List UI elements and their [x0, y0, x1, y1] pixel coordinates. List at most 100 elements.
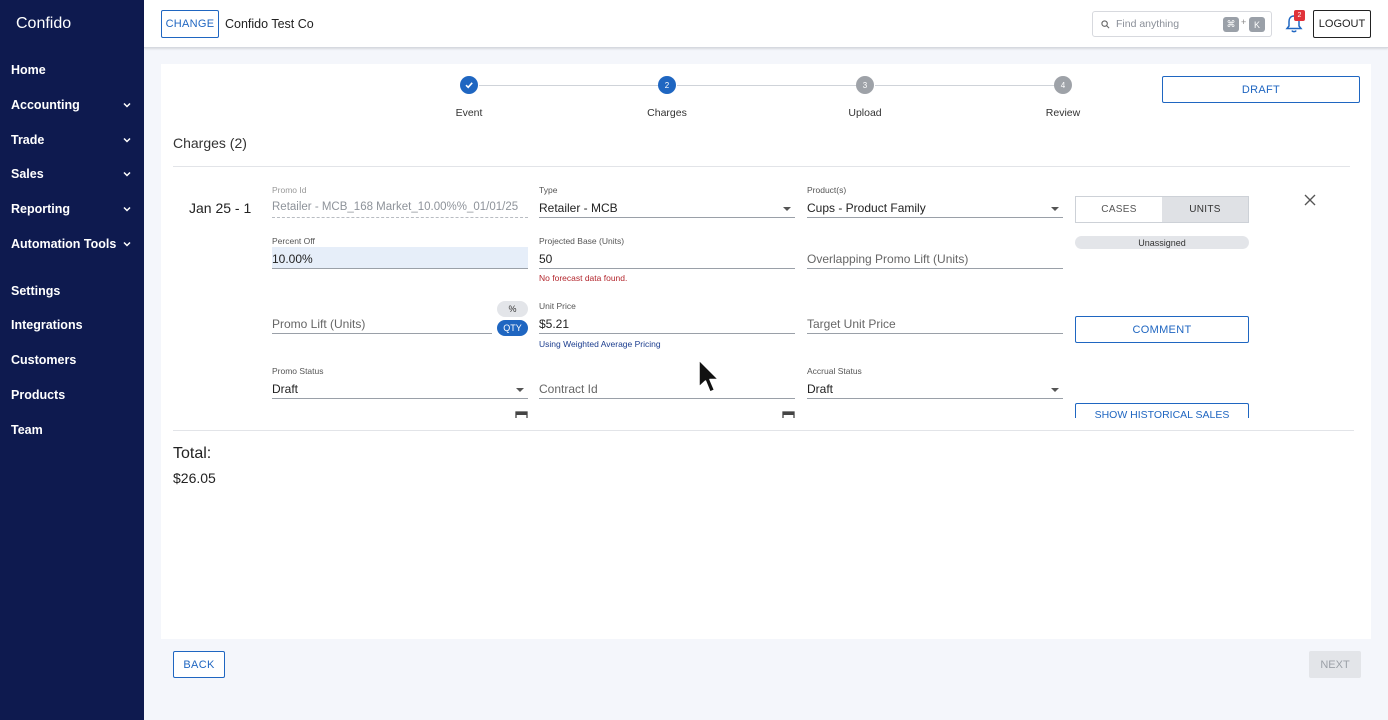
- products-value: Cups - Product Family: [807, 196, 1063, 218]
- projected-base-error: No forecast data found.: [539, 273, 628, 283]
- sidebar-item-label: Team: [11, 423, 43, 437]
- chevron-down-icon: [783, 207, 791, 211]
- type-select[interactable]: Type Retailer - MCB: [539, 185, 795, 218]
- total-value: $26.05: [173, 470, 216, 486]
- charge-date-label: Jan 25 - 1: [189, 200, 252, 216]
- notification-badge: 2: [1294, 10, 1305, 21]
- promo-id-label: Promo Id: [272, 185, 307, 195]
- sidebar-item-label: Customers: [11, 353, 77, 367]
- shortcut-key-k: K: [1249, 17, 1265, 32]
- promo-status-label: Promo Status: [272, 366, 324, 376]
- step-connector: [875, 85, 1055, 86]
- step-review-label: Review: [1045, 107, 1081, 119]
- step-event-circle[interactable]: [460, 76, 478, 94]
- sidebar-item-label: Sales: [11, 167, 44, 181]
- search-icon: [1101, 19, 1110, 28]
- sidebar-item-products[interactable]: Products: [11, 388, 133, 402]
- accrual-status-select[interactable]: Accrual Status Draft: [807, 366, 1063, 399]
- sidebar-item-label: Automation Tools: [11, 237, 117, 251]
- check-icon: [465, 82, 473, 89]
- step-event-label: Event: [455, 107, 483, 119]
- contract-id-field[interactable]: Contract Id: [539, 366, 795, 399]
- projected-base-label: Projected Base (Units): [539, 236, 625, 246]
- target-unit-price-field[interactable]: Target Unit Price: [807, 301, 1063, 334]
- mouse-cursor-icon: [698, 359, 720, 393]
- unit-price-helper: Using Weighted Average Pricing: [539, 339, 661, 349]
- calendar-icon[interactable]: [782, 410, 795, 418]
- comment-button[interactable]: COMMENT: [1075, 316, 1249, 343]
- step-review-circle[interactable]: 4: [1054, 76, 1072, 94]
- unit-price-label: Unit Price: [539, 301, 576, 311]
- sidebar-item-sales[interactable]: Sales: [11, 167, 133, 181]
- target-unit-price-placeholder: Target Unit Price: [807, 312, 1063, 334]
- divider: [173, 430, 1354, 431]
- step-upload-label: Upload: [848, 107, 882, 119]
- sidebar-item-label: Trade: [11, 133, 45, 147]
- promo-status-value: Draft: [272, 377, 528, 399]
- sidebar-item-label: Integrations: [11, 318, 83, 332]
- calendar-icon[interactable]: [515, 410, 528, 418]
- logout-button[interactable]: LOGOUT: [1313, 10, 1371, 38]
- products-select[interactable]: Product(s) Cups - Product Family: [807, 185, 1063, 218]
- close-icon[interactable]: [1303, 193, 1317, 207]
- next-button[interactable]: NEXT: [1309, 651, 1361, 678]
- charges-title: Charges (2): [173, 135, 247, 151]
- step-charges-label: Charges: [647, 107, 687, 119]
- charges-card: 2 3 4 Event Charges Upload Review DRAFT …: [161, 64, 1371, 639]
- back-button[interactable]: BACK: [173, 651, 225, 678]
- draft-button[interactable]: DRAFT: [1162, 76, 1360, 103]
- assignee-chip[interactable]: Unassigned: [1075, 236, 1249, 249]
- company-name: Confido Test Co: [225, 17, 314, 31]
- chevron-down-icon: [123, 171, 131, 177]
- promo-status-select[interactable]: Promo Status Draft: [272, 366, 528, 399]
- contract-id-placeholder: Contract Id: [539, 377, 795, 399]
- qty-toggle-button[interactable]: QTY: [497, 320, 528, 336]
- chevron-down-icon: [123, 206, 131, 212]
- sidebar-item-label: Products: [11, 388, 66, 402]
- percent-off-field[interactable]: Percent Off 10.00%: [272, 236, 528, 269]
- sidebar-item-reporting[interactable]: Reporting: [11, 202, 133, 216]
- chevron-down-icon: [123, 137, 131, 143]
- sidebar-item-customers[interactable]: Customers: [11, 353, 133, 367]
- search-input[interactable]: Find anything ⌘ + K: [1092, 11, 1272, 37]
- unit-price-field[interactable]: Unit Price $5.21 Using Weighted Average …: [539, 301, 795, 349]
- overlapping-lift-field[interactable]: Overlapping Promo Lift (Units): [807, 236, 1063, 269]
- percent-off-value: 10.00%: [272, 247, 528, 269]
- unit-toggle[interactable]: CASES UNITS: [1075, 196, 1249, 223]
- sidebar-item-label: Home: [11, 63, 46, 77]
- cases-toggle-button[interactable]: CASES: [1076, 197, 1162, 222]
- sidebar-item-integrations[interactable]: Integrations: [11, 318, 133, 332]
- units-toggle-button[interactable]: UNITS: [1162, 197, 1248, 222]
- overlapping-lift-placeholder: Overlapping Promo Lift (Units): [807, 247, 1063, 269]
- percent-toggle-button[interactable]: %: [497, 301, 528, 317]
- sidebar-item-label: Accounting: [11, 98, 80, 112]
- total-label: Total:: [173, 445, 212, 462]
- promo-id-value: Retailer - MCB_168 Market_10.00%%_01/01/…: [272, 196, 528, 218]
- sidebar-item-label: Settings: [11, 284, 61, 298]
- step-connector: [677, 85, 857, 86]
- promo-id-field[interactable]: Promo Id Retailer - MCB_168 Market_10.00…: [272, 185, 528, 218]
- chevron-down-icon: [1051, 388, 1059, 392]
- promo-lift-field[interactable]: Promo Lift (Units): [272, 301, 492, 334]
- show-historical-sales-button[interactable]: SHOW HISTORICAL SALES: [1075, 403, 1249, 418]
- change-company-button[interactable]: CHANGE: [161, 10, 219, 38]
- sidebar: Confido Home Accounting Trade Sales Reportin…: [0, 0, 144, 720]
- chevron-down-icon: [123, 241, 131, 247]
- sidebar-item-settings[interactable]: Settings: [11, 284, 133, 298]
- brand-logo[interactable]: Confido: [16, 15, 71, 33]
- products-label: Product(s): [807, 185, 847, 195]
- sidebar-item-trade[interactable]: Trade: [11, 133, 133, 147]
- sidebar-item-home[interactable]: Home: [11, 63, 133, 77]
- sidebar-item-accounting[interactable]: Accounting: [11, 98, 133, 112]
- chevron-down-icon: [1051, 207, 1059, 211]
- sidebar-item-automation-tools[interactable]: Automation Tools: [11, 237, 133, 251]
- step-charges-circle[interactable]: 2: [658, 76, 676, 94]
- step-connector: [479, 85, 659, 86]
- sidebar-item-team[interactable]: Team: [11, 423, 133, 437]
- projected-base-field[interactable]: Projected Base (Units) 50 No forecast da…: [539, 236, 795, 283]
- step-upload-circle[interactable]: 3: [856, 76, 874, 94]
- chevron-down-icon: [516, 388, 524, 392]
- unit-price-value: $5.21: [539, 312, 795, 334]
- shortcut-key-cmd: ⌘: [1223, 17, 1239, 32]
- projected-base-value: 50: [539, 247, 795, 269]
